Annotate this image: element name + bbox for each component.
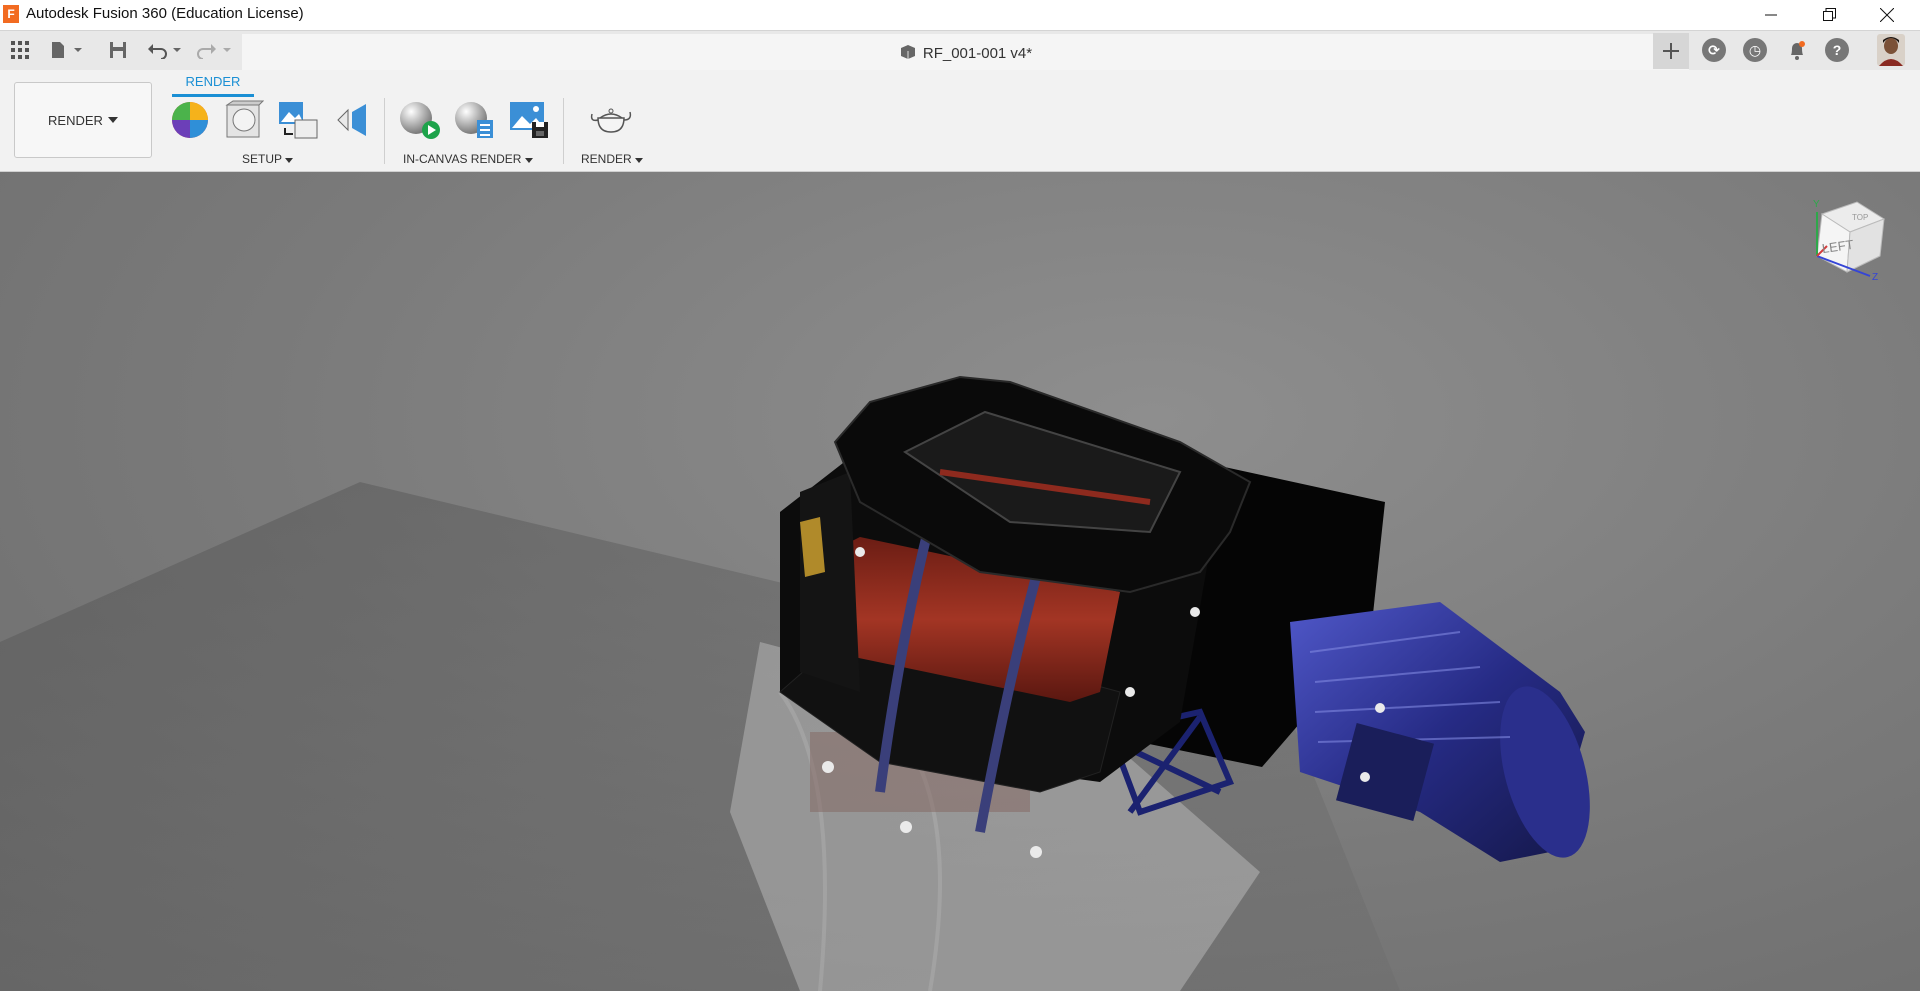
- app-title: Autodesk Fusion 360 (Education License): [26, 5, 304, 22]
- undo-button[interactable]: [146, 37, 186, 63]
- chevron-down-icon: [285, 158, 294, 163]
- separator: [563, 98, 564, 164]
- in-canvas-render-group-menu[interactable]: IN-CANVAS RENDER: [403, 152, 533, 166]
- redo-button[interactable]: [196, 37, 236, 63]
- render-settings-icon: [455, 102, 493, 138]
- texture-map-tool[interactable]: [277, 100, 318, 140]
- capture-image-icon: [510, 102, 548, 138]
- scene-settings-tool[interactable]: [170, 100, 210, 140]
- render-group-menu[interactable]: RENDER: [581, 152, 644, 166]
- file-icon: [52, 42, 82, 58]
- appearance-icon: [225, 100, 265, 138]
- render-group-label: RENDER: [581, 152, 632, 166]
- viewport-canvas[interactable]: LEFT TOP Y Z: [0, 172, 1920, 991]
- plus-icon: [1663, 43, 1679, 59]
- color-wheel-icon: [172, 102, 208, 138]
- axis-y-label: Y: [1813, 199, 1820, 210]
- chevron-down-icon: [107, 117, 118, 123]
- rotary-valve-model: [0, 375, 1590, 991]
- clock-icon: ◷: [1748, 42, 1762, 58]
- electric-motor: [1290, 602, 1590, 862]
- title-bar: F Autodesk Fusion 360 (Education License…: [0, 0, 1920, 29]
- workspace-label: RENDER: [48, 112, 103, 128]
- render-sphere-play-icon: [400, 102, 440, 139]
- restore-button[interactable]: [1800, 0, 1858, 29]
- minimize-icon: [1765, 14, 1777, 15]
- undo-icon: [148, 44, 181, 59]
- setup-group-label: SETUP: [242, 152, 282, 166]
- ribbon-toolbar: RENDER RENDER SETUP IN-CANVAS RENDER REN…: [0, 70, 1920, 172]
- profile-button[interactable]: [1876, 34, 1906, 66]
- axis-z-label: Z: [1872, 272, 1878, 283]
- chevron-down-icon: [635, 158, 644, 163]
- viewcube-top-label: TOP: [1852, 213, 1868, 222]
- side-plate: [800, 472, 860, 692]
- capture-image-tool[interactable]: [508, 100, 548, 140]
- chevron-down-icon: [524, 158, 533, 163]
- save-button[interactable]: [106, 37, 130, 63]
- save-icon: [110, 42, 126, 58]
- help-button[interactable]: ?: [1825, 38, 1849, 62]
- document-title: RF_001-001 v4*: [922, 45, 1033, 62]
- decal-tool[interactable]: [334, 100, 374, 140]
- notifications-button[interactable]: [1783, 37, 1811, 63]
- viewcube-icon: LEFT TOP Y Z: [1813, 199, 1886, 283]
- new-tab-button[interactable]: [1653, 33, 1689, 69]
- document-tab[interactable]: RF_001-001 v4*: [242, 34, 1689, 70]
- in-canvas-render-tool[interactable]: [398, 100, 440, 140]
- separator: [384, 98, 385, 164]
- minimize-button[interactable]: [1742, 0, 1800, 29]
- quick-access-bar: RF_001-001 v4* ⟳ ◷ ?: [0, 30, 1920, 70]
- appearance-tool[interactable]: [224, 100, 265, 140]
- teapot-icon: [590, 108, 632, 133]
- file-menu-button[interactable]: [48, 37, 86, 63]
- render-tool[interactable]: [588, 100, 634, 140]
- in-canvas-render-settings-tool[interactable]: [453, 100, 493, 140]
- help-icon: ?: [1832, 42, 1842, 58]
- extensions-icon: ⟳: [1708, 42, 1720, 58]
- job-status-button[interactable]: ◷: [1743, 38, 1767, 62]
- component-icon: [900, 45, 915, 59]
- bell-icon: [1791, 41, 1805, 60]
- decal-icon: [337, 104, 366, 136]
- document-title-wrap: RF_001-001 v4*: [242, 44, 1689, 62]
- app-logo: F: [3, 5, 19, 23]
- data-panel-button[interactable]: [8, 37, 32, 63]
- close-icon: [1880, 7, 1894, 22]
- tab-render[interactable]: RENDER: [172, 74, 254, 97]
- redo-icon: [197, 44, 231, 59]
- restore-icon: [1822, 8, 1836, 21]
- grid-icon: [11, 41, 29, 59]
- avatar: [1877, 34, 1905, 66]
- viewcube[interactable]: LEFT TOP Y Z: [1792, 194, 1892, 294]
- close-button[interactable]: [1858, 0, 1916, 29]
- texture-icon: [279, 102, 318, 139]
- workspace-switcher[interactable]: RENDER: [14, 82, 152, 158]
- setup-group-menu[interactable]: SETUP: [242, 152, 294, 166]
- extensions-button[interactable]: ⟳: [1702, 38, 1726, 62]
- in-canvas-render-group-label: IN-CANVAS RENDER: [403, 152, 522, 166]
